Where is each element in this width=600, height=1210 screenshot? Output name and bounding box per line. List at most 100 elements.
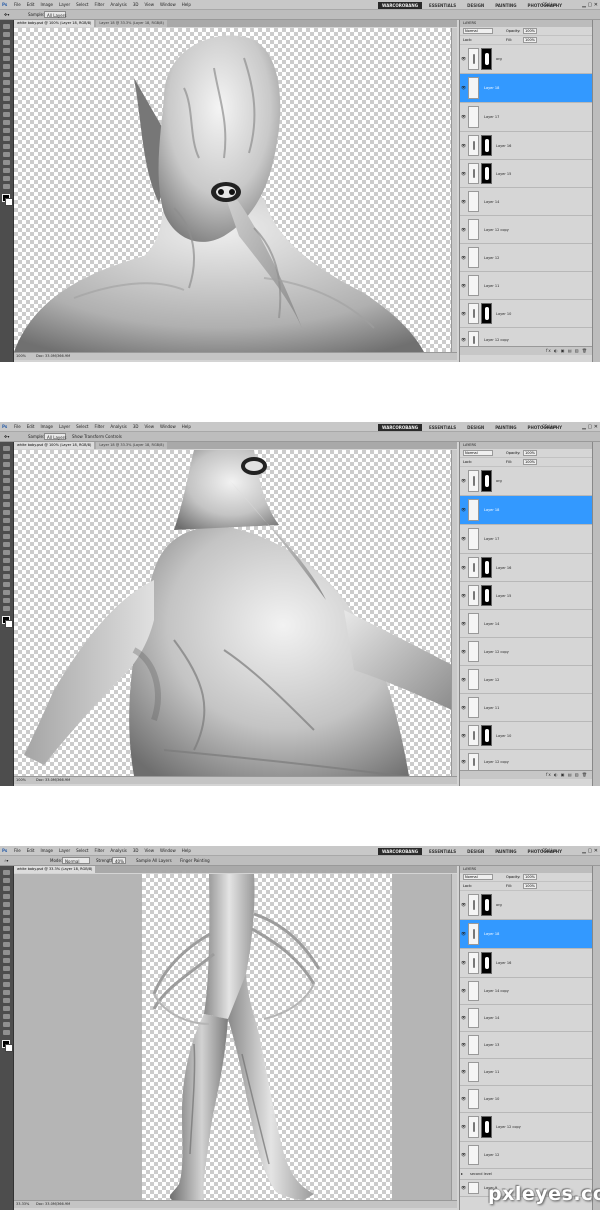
history-brush-tool-icon[interactable] <box>3 942 10 947</box>
zoom-level[interactable]: 100% <box>16 777 26 784</box>
document-tab[interactable]: white baby.psd @ 33.3% (Layer 18, RGB/8) <box>14 866 96 873</box>
workspace-painting[interactable]: PAINTING <box>491 848 520 855</box>
menu-3d[interactable]: 3D <box>133 424 139 429</box>
layer-row[interactable]: 👁 Layer 14 <box>460 610 592 638</box>
workspace-custom[interactable]: WARCOROBANG <box>378 848 422 855</box>
menu-file[interactable]: File <box>14 848 21 853</box>
blur-tool-icon[interactable] <box>3 120 10 125</box>
layer-row[interactable]: 👁 Layer 17 <box>460 525 592 554</box>
layer-row[interactable]: 👁 Layer 15 <box>460 582 592 610</box>
fill-field[interactable]: 100% <box>523 459 537 465</box>
move-tool-icon[interactable]: ✥▾ <box>4 10 9 19</box>
vertical-scrollbar[interactable] <box>451 450 457 776</box>
menu-select[interactable]: Select <box>76 424 88 429</box>
menu-window[interactable]: Window <box>160 2 176 7</box>
gradient-tool-icon[interactable] <box>3 534 10 539</box>
menu-help[interactable]: Help <box>182 2 191 7</box>
layer-row[interactable]: 👁 org <box>460 45 592 74</box>
layer-row[interactable]: 👁 Layer 16 <box>460 949 592 978</box>
menu-layer[interactable]: Layer <box>59 2 70 7</box>
layer-row-selected[interactable]: 👁 Layer 18 <box>460 496 592 525</box>
eye-icon[interactable]: 👁 <box>461 537 466 541</box>
eye-icon[interactable]: 👁 <box>461 57 466 61</box>
zoom-level[interactable]: 100% <box>16 353 26 360</box>
hand-tool-icon[interactable] <box>3 176 10 181</box>
eye-icon[interactable]: 👁 <box>461 932 466 936</box>
eye-icon[interactable]: 👁 <box>461 284 466 288</box>
collapsed-panels-strip[interactable] <box>592 442 600 786</box>
finger-painting-checkbox[interactable]: Finger Painting <box>180 856 210 865</box>
menu-analysis[interactable]: Analysis <box>110 2 126 7</box>
marquee-tool-icon[interactable] <box>3 454 10 459</box>
layer-row[interactable]: 👁 Layer 10 <box>460 1086 592 1113</box>
workspace-design[interactable]: DESIGN <box>463 848 488 855</box>
crop-tool-icon[interactable] <box>3 56 10 61</box>
pen-tool-icon[interactable] <box>3 558 10 563</box>
blur-tool-icon[interactable] <box>3 542 10 547</box>
gradient-tool-icon[interactable] <box>3 112 10 117</box>
collapsed-panels-strip[interactable] <box>592 20 600 362</box>
document-tab[interactable]: white baby.psd @ 100% (Layer 18, RGB/8) <box>14 20 95 27</box>
eraser-tool-icon[interactable] <box>3 104 10 109</box>
eye-icon[interactable]: 👁 <box>461 622 466 626</box>
eye-icon[interactable]: 👁 <box>461 312 466 316</box>
healing-tool-icon[interactable] <box>3 494 10 499</box>
layer-row[interactable]: 👁 Layer 12 copy <box>460 1113 592 1142</box>
lasso-tool-icon[interactable] <box>3 886 10 891</box>
document-tab[interactable]: white baby.psd @ 100% (Layer 18, RGB/8) <box>14 442 95 449</box>
quick-select-tool-icon[interactable] <box>3 48 10 53</box>
zoom-tool-icon[interactable] <box>3 606 10 611</box>
layer-row-selected[interactable]: 👁 Layer 18 <box>460 920 592 949</box>
pen-tool-icon[interactable] <box>3 982 10 987</box>
shape-tool-icon[interactable] <box>3 160 10 165</box>
collapsed-panels-strip[interactable] <box>592 866 600 1210</box>
strength-field[interactable]: 40% <box>112 857 126 864</box>
workspace-essentials[interactable]: ESSENTIALS <box>425 2 460 9</box>
menu-view[interactable]: View <box>145 848 155 853</box>
eye-icon[interactable]: 👁 <box>461 144 466 148</box>
blend-mode-select[interactable]: Normal <box>463 874 493 880</box>
menu-filter[interactable]: Filter <box>94 2 104 7</box>
layer-row[interactable]: 👁 Layer 14 <box>460 188 592 216</box>
layer-row[interactable]: 👁 Layer 16 <box>460 132 592 160</box>
layer-row[interactable]: 👁 Layer 10 <box>460 722 592 750</box>
pen-tool-icon[interactable] <box>3 136 10 141</box>
3d-rotate-tool-icon[interactable] <box>3 168 10 173</box>
menu-3d[interactable]: 3D <box>133 2 139 7</box>
menu-3d[interactable]: 3D <box>133 848 139 853</box>
menu-file[interactable]: File <box>14 424 21 429</box>
eraser-tool-icon[interactable] <box>3 526 10 531</box>
layer-row[interactable]: 👁 Layer 11 <box>460 272 592 300</box>
eye-icon[interactable]: 👁 <box>461 228 466 232</box>
layer-row[interactable]: 👁 Layer 16 <box>460 554 592 582</box>
smudge-tool-icon[interactable] <box>3 966 10 971</box>
eye-icon[interactable]: 👁 <box>461 961 466 965</box>
path-select-tool-icon[interactable] <box>3 574 10 579</box>
zoom-tool-icon[interactable] <box>3 1030 10 1035</box>
dodge-tool-icon[interactable] <box>3 550 10 555</box>
document-canvas[interactable] <box>14 874 457 1200</box>
history-brush-tool-icon[interactable] <box>3 518 10 523</box>
eyedropper-tool-icon[interactable] <box>3 910 10 915</box>
type-tool-icon[interactable] <box>3 566 10 571</box>
menu-view[interactable]: View <box>145 424 155 429</box>
eye-icon[interactable]: 👁 <box>461 706 466 710</box>
window-controls[interactable]: ▁ ▢ ✕ <box>582 1 598 10</box>
eye-icon[interactable]: 👁 <box>461 172 466 176</box>
layer-row[interactable]: 👁 Layer 17 <box>460 103 592 132</box>
fill-field[interactable]: 100% <box>523 883 537 889</box>
eye-icon[interactable]: 👁 <box>461 1043 466 1047</box>
layer-row[interactable]: 👁 Layer 12 <box>460 244 592 272</box>
workspace-painting[interactable]: PAINTING <box>491 2 520 9</box>
menu-layer[interactable]: Layer <box>59 424 70 429</box>
menu-help[interactable]: Help <box>182 424 191 429</box>
eye-icon[interactable]: 👁 <box>461 86 466 90</box>
healing-tool-icon[interactable] <box>3 918 10 923</box>
layers-panel-footer[interactable]: fx ◐ ▣ ▤ ▥ 🗑 <box>460 770 592 779</box>
healing-tool-icon[interactable] <box>3 72 10 77</box>
quick-select-tool-icon[interactable] <box>3 470 10 475</box>
eye-icon[interactable]: 👁 <box>461 566 466 570</box>
layers-panel-tab[interactable]: LAYERS <box>460 20 592 27</box>
blend-mode-select[interactable]: Normal <box>463 28 493 34</box>
blend-mode-select[interactable]: Normal <box>463 450 493 456</box>
